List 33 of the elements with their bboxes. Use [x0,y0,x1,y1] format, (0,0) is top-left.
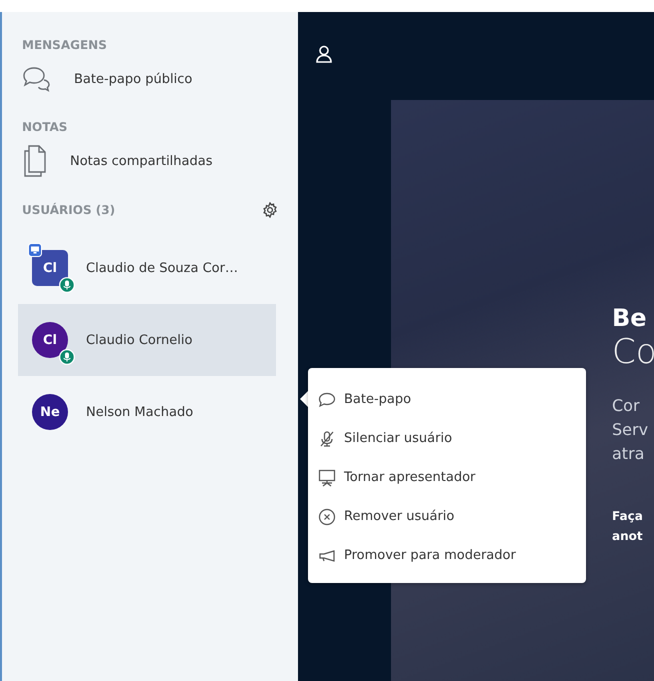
close-circle-icon [318,508,336,526]
menu-item[interactable]: Tornar apresentador [318,458,586,497]
slide-heading: Be [612,304,648,332]
speech-bubble-icon [318,392,336,408]
user-list-item[interactable]: Ne Nelson Machado [18,376,276,448]
documents-icon [22,144,48,178]
monitor-icon [28,243,42,257]
menu-item[interactable]: Remover usuário [318,497,586,536]
sidebar-item[interactable]: Notas compartilhadas [22,138,290,184]
menu-item[interactable]: Silenciar usuário [318,419,586,458]
menu-item[interactable]: Promover para moderador [318,536,586,575]
slide-text: anot [612,528,644,545]
slide-text: Serv [612,419,650,441]
section-title: NOTAS [22,120,68,134]
slide-subheading: Co [612,332,654,372]
user-avatar: Cl [32,322,68,358]
sidebar-item[interactable]: Bate-papo público [22,56,290,102]
settings-icon[interactable] [262,202,278,218]
slide-text: Cor [612,395,641,417]
chat-bubbles-icon [22,66,52,92]
user-icon[interactable] [316,45,332,63]
slide-text: atra [612,443,646,465]
user-list-item[interactable]: Cl Claudio de Souza Cor… [18,232,276,304]
presentation-board-icon [318,468,336,486]
slide-text: Faça [612,508,644,525]
user-list-item[interactable]: Cl Claudio Cornelio [18,304,276,376]
section-title: USUÁRIOS (3) [22,203,116,217]
user-avatar: Cl [32,250,68,286]
user-avatar: Ne [32,394,68,430]
megaphone-icon [318,548,336,562]
muted-microphone-icon [318,430,336,448]
section-title: MENSAGENS [22,38,108,52]
menu-item[interactable]: Bate-papo [318,380,586,419]
